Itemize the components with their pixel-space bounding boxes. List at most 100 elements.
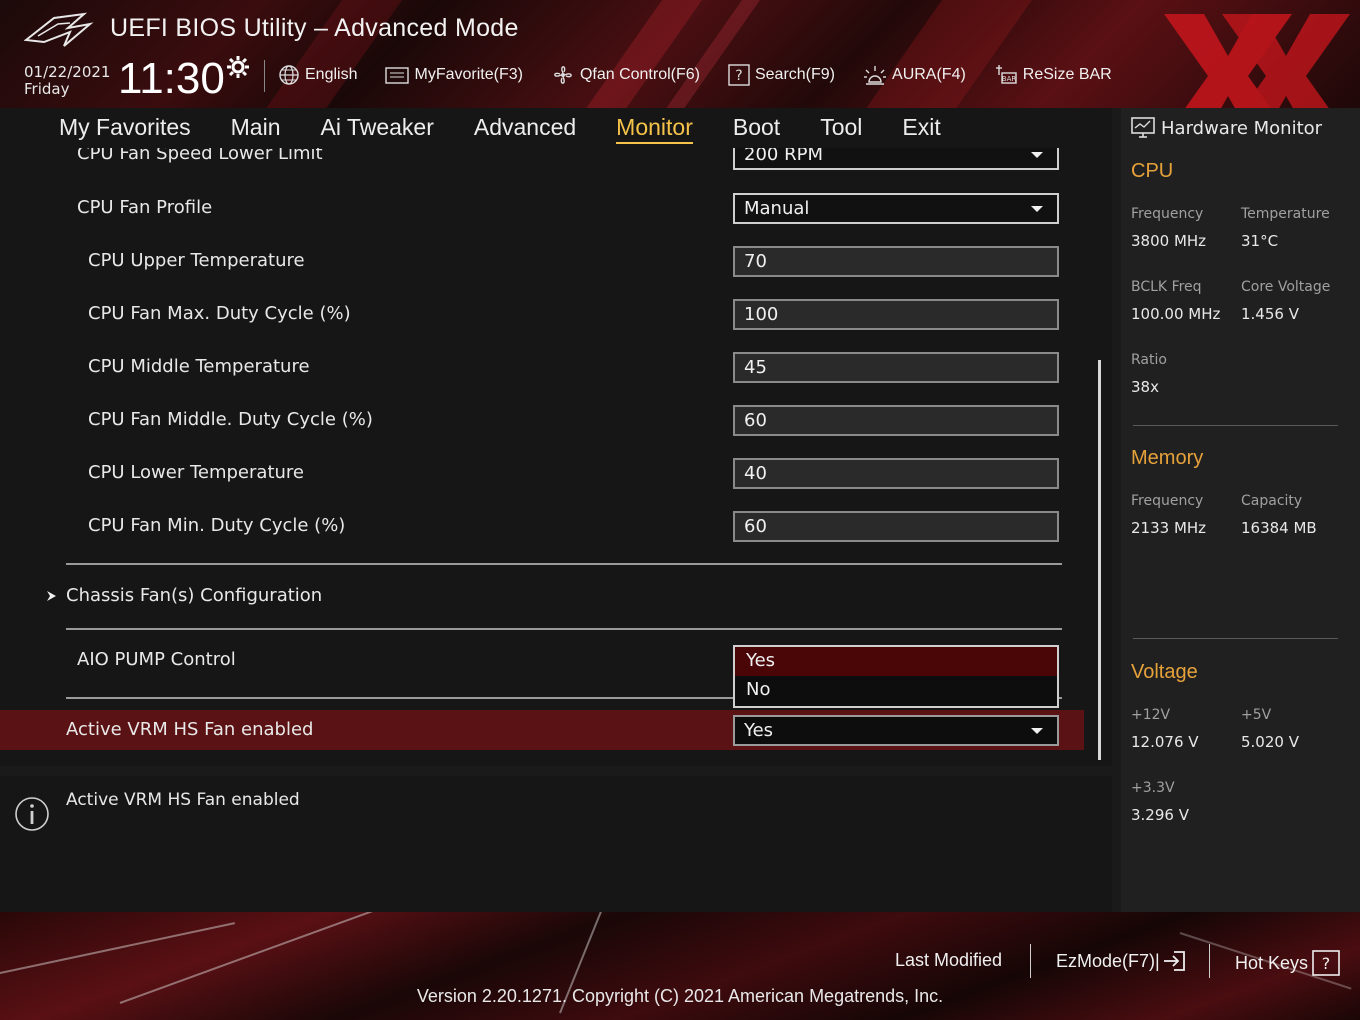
cpu-temperature-value: 31°C — [1241, 232, 1279, 250]
search-button[interactable]: ? Search(F9) — [728, 64, 835, 86]
info-icon — [15, 797, 49, 831]
aura-light-icon — [864, 66, 887, 85]
cpu-fan-middle-duty-input[interactable]: 60 — [733, 405, 1059, 436]
memory-frequency-label: Frequency — [1131, 493, 1204, 509]
cpu-fan-max-duty-input[interactable]: 100 — [733, 299, 1059, 330]
last-modified-button[interactable]: Last Modified — [895, 950, 1002, 971]
tab-ai-tweaker[interactable]: Ai Tweaker — [321, 108, 434, 148]
submenu-label: Chassis Fan(s) Configuration — [66, 585, 323, 606]
cpu-lower-temperature-input[interactable]: 40 — [733, 458, 1059, 489]
hw-divider — [1133, 638, 1338, 639]
header-divider — [264, 60, 265, 92]
aura-button[interactable]: AURA(F4) — [863, 64, 966, 86]
setting-row-cpu-fan-speed-lower-limit[interactable]: CPU Fan Speed Lower Limit 200 RPM — [0, 148, 1112, 174]
v5-value: 5.020 V — [1241, 733, 1299, 751]
bottom-footer: Last Modified EzMode(F7)| Hot Keys ? Ver… — [0, 912, 1360, 1020]
setting-label: AIO PUMP Control — [77, 649, 236, 670]
memory-heading: Memory — [1131, 447, 1204, 469]
search-label: Search(F9) — [754, 66, 836, 83]
app-title: UEFI BIOS Utility – Advanced Mode — [110, 14, 519, 42]
core-voltage-label: Core Voltage — [1241, 279, 1331, 295]
tab-main[interactable]: Main — [231, 108, 281, 148]
resize-bar-icon: BAR — [995, 65, 1017, 84]
v12-label: +12V — [1131, 707, 1171, 723]
setting-label: CPU Fan Speed Lower Limit — [77, 148, 323, 164]
date-display: 01/22/2021 Friday — [24, 64, 110, 98]
cpu-fan-profile-select[interactable]: Manual — [733, 193, 1059, 224]
setting-row-cpu-middle-temperature[interactable]: CPU Middle Temperature 45 — [0, 347, 1112, 387]
language-button[interactable]: English — [278, 64, 357, 86]
gear-icon[interactable] — [226, 55, 250, 79]
setting-row-cpu-lower-temperature[interactable]: CPU Lower Temperature 40 — [0, 453, 1112, 493]
rog-logo-icon — [24, 12, 94, 47]
resize-bar-button[interactable]: BAR ReSize BAR — [994, 63, 1112, 87]
core-voltage-value: 1.456 V — [1241, 305, 1299, 323]
setting-row-active-vrm-hs-fan[interactable]: Active VRM HS Fan enabled Yes — [0, 710, 1084, 750]
setting-label: CPU Middle Temperature — [88, 356, 310, 377]
setting-label: CPU Fan Middle. Duty Cycle (%) — [88, 409, 373, 430]
active-vrm-hs-fan-select[interactable]: Yes — [733, 715, 1059, 746]
cpu-frequency-value: 3800 MHz — [1131, 232, 1207, 250]
hot-keys-button[interactable]: Hot Keys ? — [1235, 950, 1340, 976]
setting-row-cpu-fan-max-duty[interactable]: CPU Fan Max. Duty Cycle (%) 100 — [0, 294, 1112, 334]
ratio-label: Ratio — [1131, 352, 1167, 368]
resize-bar-label: ReSize BAR — [1022, 66, 1112, 83]
section-divider — [66, 628, 1062, 630]
setting-label: Active VRM HS Fan enabled — [66, 719, 314, 740]
v33-label: +3.3V — [1131, 780, 1175, 796]
dropdown-option-yes[interactable]: Yes — [735, 647, 1057, 676]
ratio-value: 38x — [1131, 378, 1159, 396]
setting-row-cpu-upper-temperature[interactable]: CPU Upper Temperature 70 — [0, 241, 1112, 281]
cpu-upper-temperature-input[interactable]: 70 — [733, 246, 1059, 277]
bclk-value: 100.00 MHz — [1131, 305, 1221, 323]
main-tab-bar: My Favorites Main Ai Tweaker Advanced Mo… — [0, 108, 1112, 148]
setting-label: CPU Fan Max. Duty Cycle (%) — [88, 303, 351, 324]
help-panel: Active VRM HS Fan enabled — [0, 776, 1112, 912]
section-divider — [66, 563, 1062, 565]
dropdown-option-no[interactable]: No — [735, 676, 1057, 705]
myfavorite-button[interactable]: MyFavorite(F3) — [385, 65, 523, 85]
memory-frequency-value: 2133 MHz — [1131, 519, 1207, 537]
toolbar: English MyFavorite(F3) Qfan Control(F6) … — [278, 60, 1140, 90]
hw-divider — [1133, 425, 1338, 426]
version-text: Version 2.20.1271. Copyright (C) 2021 Am… — [416, 986, 944, 1006]
hardware-monitor-panel: Hardware Monitor CPU Frequency Temperatu… — [1121, 108, 1360, 912]
bclk-label: BCLK Freq — [1131, 279, 1202, 295]
hot-keys-label: Hot Keys — [1235, 952, 1309, 973]
cpu-fan-speed-lower-limit-select[interactable]: 200 RPM — [733, 148, 1059, 170]
tab-exit[interactable]: Exit — [902, 108, 940, 148]
watermark-logo-icon — [1164, 14, 1350, 108]
setting-row-cpu-fan-profile[interactable]: CPU Fan Profile Manual — [0, 188, 1112, 228]
weekday-text: Friday — [24, 80, 70, 98]
tab-monitor[interactable]: Monitor — [616, 108, 693, 148]
cpu-middle-temperature-input[interactable]: 45 — [733, 352, 1059, 383]
v12-value: 12.076 V — [1131, 733, 1199, 751]
memory-capacity-value: 16384 MB — [1241, 519, 1317, 537]
memory-capacity-label: Capacity — [1241, 493, 1303, 509]
tab-tool[interactable]: Tool — [820, 108, 862, 148]
submenu-chassis-fan-configuration[interactable]: Chassis Fan(s) Configuration — [0, 576, 1112, 616]
cpu-temperature-label: Temperature — [1241, 206, 1330, 222]
myfavorite-label: MyFavorite(F3) — [414, 66, 523, 83]
ezmode-button[interactable]: EzMode(F7)| — [1056, 950, 1188, 972]
tab-boot[interactable]: Boot — [733, 108, 780, 148]
cpu-fan-min-duty-input[interactable]: 60 — [733, 511, 1059, 542]
tab-advanced[interactable]: Advanced — [474, 108, 576, 148]
aura-label: AURA(F4) — [892, 66, 966, 83]
setting-row-cpu-fan-middle-duty[interactable]: CPU Fan Middle. Duty Cycle (%) 60 — [0, 400, 1112, 440]
ezmode-label: EzMode(F7)| — [1056, 950, 1160, 971]
footer-divider — [1030, 944, 1031, 978]
voltage-heading: Voltage — [1131, 661, 1198, 683]
setting-row-cpu-fan-min-duty[interactable]: CPU Fan Min. Duty Cycle (%) 60 — [0, 506, 1112, 546]
qfan-control-label: Qfan Control(F6) — [579, 66, 700, 83]
hardware-monitor-label: Hardware Monitor — [1161, 117, 1323, 139]
svg-text:?: ? — [1322, 954, 1331, 973]
settings-scrollbar[interactable] — [1098, 360, 1101, 760]
time-display: 11:30 — [118, 54, 225, 103]
setting-label: CPU Upper Temperature — [88, 250, 305, 271]
tab-my-favorites[interactable]: My Favorites — [59, 108, 191, 148]
favorite-list-icon — [385, 67, 410, 84]
footer-divider — [1209, 944, 1210, 978]
setting-label: CPU Fan Profile — [77, 197, 213, 218]
qfan-control-button[interactable]: Qfan Control(F6) — [551, 63, 700, 87]
